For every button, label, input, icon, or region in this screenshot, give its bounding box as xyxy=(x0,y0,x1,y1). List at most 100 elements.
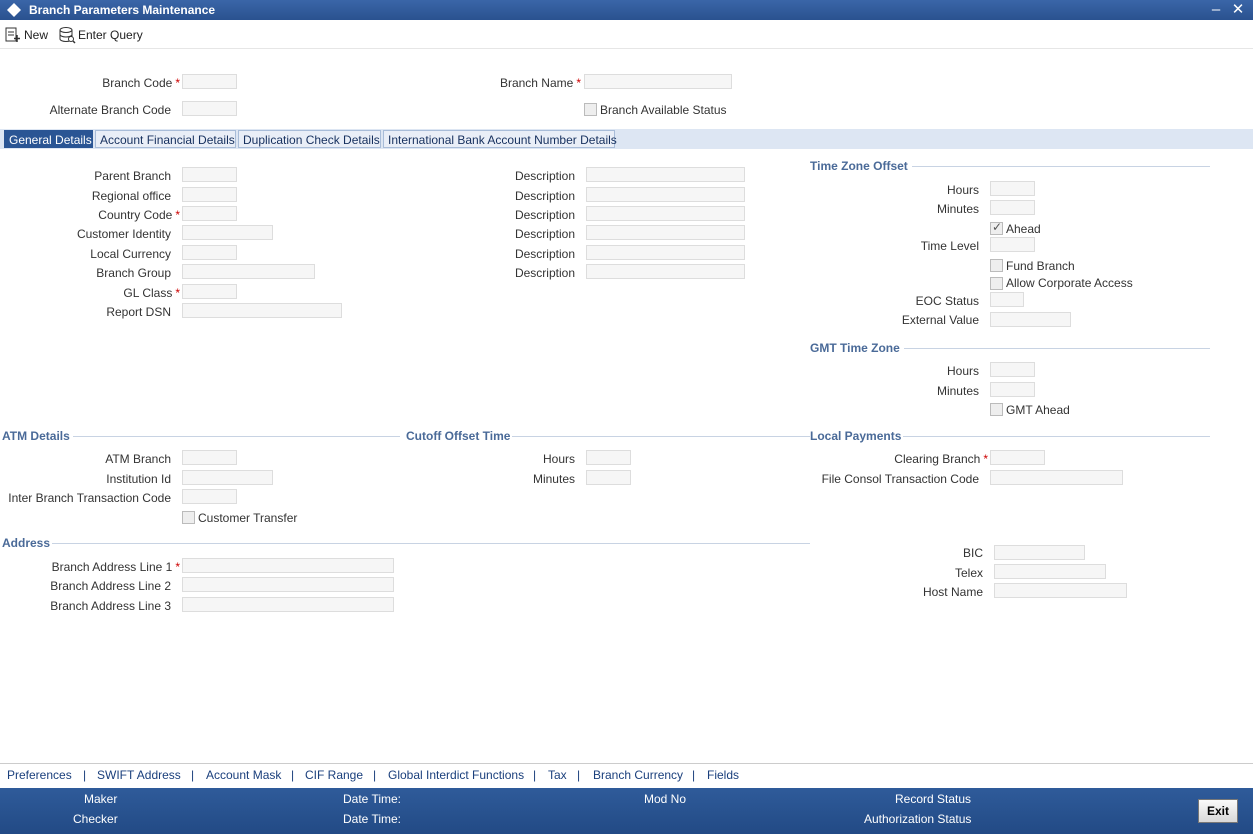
report-dsn-label: Report DSN xyxy=(106,305,171,319)
time-level-input[interactable] xyxy=(990,237,1035,252)
address-line-3-input[interactable] xyxy=(182,597,394,612)
enter-query-button[interactable]: Enter Query xyxy=(58,26,148,44)
tab-account-financial-details[interactable]: Account Financial Details xyxy=(95,130,236,148)
branch-name-input[interactable] xyxy=(584,74,732,89)
cutoff-minutes-label: Minutes xyxy=(532,472,575,486)
window-title: Branch Parameters Maintenance xyxy=(29,3,216,17)
tz-hours-input[interactable] xyxy=(990,181,1035,196)
close-button[interactable]: ✕ xyxy=(1229,0,1247,20)
section-divider xyxy=(904,348,1210,349)
customer-identity-description xyxy=(586,225,745,240)
time-level-label: Time Level xyxy=(920,239,979,253)
address-title: Address xyxy=(2,536,51,550)
toolbar: New Enter Query xyxy=(0,21,1253,49)
diamond-icon xyxy=(7,3,21,17)
mod-no-label: Mod No xyxy=(644,792,687,806)
host-name-label: Host Name xyxy=(922,585,983,599)
regional-office-label: Regional office xyxy=(91,189,171,203)
gmt-minutes-label: Minutes xyxy=(936,384,979,398)
local-payments-title: Local Payments xyxy=(810,429,902,443)
tab-iban-details[interactable]: International Bank Account Number Detail… xyxy=(383,130,617,148)
query-icon xyxy=(59,27,76,44)
institution-id-input[interactable] xyxy=(182,470,273,485)
customer-transfer-checkbox[interactable] xyxy=(182,511,195,524)
link-global-interdict-functions[interactable]: Global Interdict Functions xyxy=(388,768,524,782)
country-code-description xyxy=(586,206,745,221)
link-cif-range[interactable]: CIF Range xyxy=(305,768,363,782)
new-label: New xyxy=(24,28,49,42)
cutoff-minutes-input[interactable] xyxy=(586,470,631,485)
tab-duplication-check-details[interactable]: Duplication Check Details xyxy=(238,130,381,148)
file-consol-txn-code-input[interactable] xyxy=(990,470,1123,485)
clearing-branch-input[interactable] xyxy=(990,450,1045,465)
alternate-branch-code-label: Alternate Branch Code xyxy=(49,103,171,117)
atm-branch-input[interactable] xyxy=(182,450,237,465)
gmt-ahead-checkbox[interactable] xyxy=(990,403,1003,416)
clearing-branch-label: Clearing Branch * xyxy=(894,452,988,466)
regional-office-description xyxy=(586,187,745,202)
authorization-status-label: Authorization Status xyxy=(864,812,972,826)
tz-minutes-input[interactable] xyxy=(990,200,1035,215)
link-swift-address[interactable]: SWIFT Address xyxy=(97,768,181,782)
link-fields[interactable]: Fields xyxy=(707,768,739,782)
branch-code-label: Branch Code * xyxy=(102,76,180,90)
fund-branch-checkbox[interactable] xyxy=(990,259,1003,272)
branch-group-label: Branch Group xyxy=(96,266,171,280)
address-line-1-label: Branch Address Line 1 * xyxy=(51,560,180,574)
link-separator: | xyxy=(291,768,295,782)
link-account-mask[interactable]: Account Mask xyxy=(206,768,281,782)
gl-class-input[interactable] xyxy=(182,284,237,299)
link-separator: | xyxy=(533,768,537,782)
regional-office-input[interactable] xyxy=(182,187,237,202)
tab-general-details[interactable]: General Details xyxy=(4,130,93,148)
link-preferences[interactable]: Preferences xyxy=(7,768,72,782)
telex-input[interactable] xyxy=(994,564,1106,579)
branch-available-status-label: Branch Available Status xyxy=(600,103,727,117)
minimize-button[interactable]: – xyxy=(1207,0,1225,20)
new-button[interactable]: New xyxy=(4,26,52,44)
address-line-2-label: Branch Address Line 2 xyxy=(50,579,171,593)
parent-branch-label: Parent Branch xyxy=(94,169,171,183)
link-separator: | xyxy=(83,768,87,782)
file-consol-txn-code-label: File Consol Transaction Code xyxy=(821,472,979,486)
ahead-label: Ahead xyxy=(1006,222,1041,236)
branch-code-input[interactable] xyxy=(182,74,237,89)
cutoff-offset-time-title: Cutoff Offset Time xyxy=(406,429,511,443)
address-line-1-input[interactable] xyxy=(182,558,394,573)
alternate-branch-code-input[interactable] xyxy=(182,101,237,116)
report-dsn-input[interactable] xyxy=(182,303,342,318)
allow-corporate-access-label: Allow Corporate Access xyxy=(1006,276,1133,290)
address-line-2-input[interactable] xyxy=(182,577,394,592)
branch-available-status-checkbox[interactable] xyxy=(584,103,597,116)
description-label: Description xyxy=(514,247,575,261)
bic-input[interactable] xyxy=(994,545,1085,560)
exit-button[interactable]: Exit xyxy=(1198,799,1238,823)
description-label: Description xyxy=(514,208,575,222)
tab-bar: General Details Account Financial Detail… xyxy=(0,129,1253,149)
branch-group-input[interactable] xyxy=(182,264,315,279)
country-code-label: Country Code * xyxy=(98,208,180,222)
gmt-ahead-label: GMT Ahead xyxy=(1006,403,1070,417)
description-label: Description xyxy=(514,189,575,203)
gmt-hours-input[interactable] xyxy=(990,362,1035,377)
customer-identity-input[interactable] xyxy=(182,225,273,240)
country-code-input[interactable] xyxy=(182,206,237,221)
gmt-time-zone-title: GMT Time Zone xyxy=(810,341,900,355)
eoc-status-input xyxy=(990,292,1024,307)
allow-corporate-access-checkbox[interactable] xyxy=(990,277,1003,290)
atm-details-title: ATM Details xyxy=(2,429,70,443)
inter-branch-txn-code-input[interactable] xyxy=(182,489,237,504)
gmt-minutes-input[interactable] xyxy=(990,382,1035,397)
maker-label: Maker xyxy=(84,792,118,806)
link-branch-currency[interactable]: Branch Currency xyxy=(593,768,683,782)
ahead-checkbox[interactable] xyxy=(990,220,1003,235)
host-name-input[interactable] xyxy=(994,583,1127,598)
cutoff-hours-input[interactable] xyxy=(586,450,631,465)
external-value-input[interactable] xyxy=(990,312,1071,327)
local-currency-description xyxy=(586,245,745,260)
link-separator: | xyxy=(191,768,195,782)
link-tax[interactable]: Tax xyxy=(548,768,567,782)
telex-label: Telex xyxy=(954,566,983,580)
parent-branch-input[interactable] xyxy=(182,167,237,182)
local-currency-input[interactable] xyxy=(182,245,237,260)
